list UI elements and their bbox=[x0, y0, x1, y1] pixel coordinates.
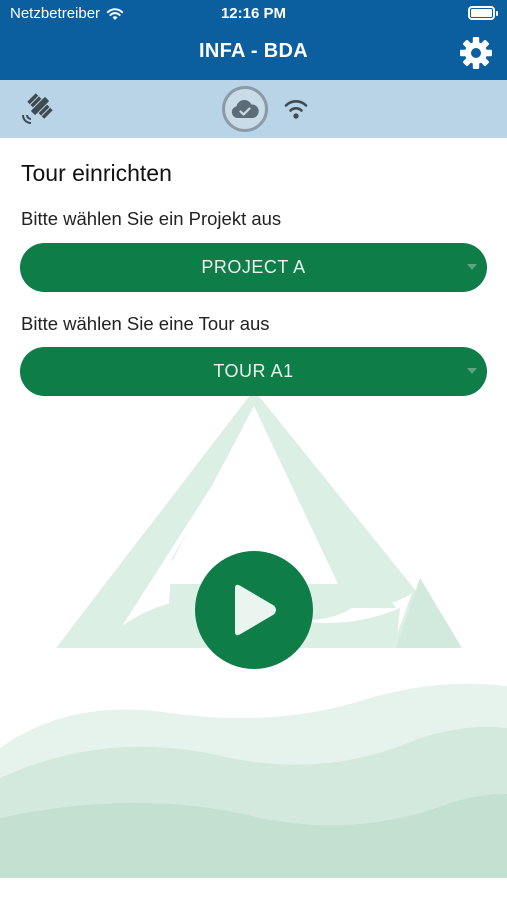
wifi-icon bbox=[284, 100, 308, 119]
project-prompt: Bitte wählen Sie ein Projekt aus bbox=[21, 208, 282, 229]
battery-icon bbox=[468, 6, 498, 20]
satellite-icon bbox=[22, 93, 53, 124]
project-dropdown-value: PROJECT A bbox=[201, 257, 306, 277]
gear-icon[interactable] bbox=[459, 36, 493, 70]
app-header: Netzbetreiber 12:16 PM INFA - BDA bbox=[0, 0, 507, 80]
start-tour-button[interactable] bbox=[195, 551, 313, 669]
cloud-check-icon bbox=[231, 99, 259, 118]
project-dropdown[interactable]: PROJECT A bbox=[20, 243, 487, 292]
chevron-down-icon bbox=[467, 368, 477, 374]
status-bar: Netzbetreiber 12:16 PM bbox=[0, 0, 507, 28]
app-title: INFA - BDA bbox=[199, 40, 308, 62]
play-icon bbox=[235, 584, 276, 636]
chevron-down-icon bbox=[467, 264, 477, 270]
tour-prompt: Bitte wählen Sie eine Tour aus bbox=[21, 313, 270, 334]
tour-dropdown-value: TOUR A1 bbox=[213, 361, 294, 381]
clock: 12:16 PM bbox=[220, 5, 287, 22]
connection-status-bar bbox=[0, 80, 507, 138]
section-title: Tour einrichten bbox=[21, 160, 172, 186]
cloud-sync-status[interactable] bbox=[222, 86, 268, 132]
battery-level bbox=[471, 9, 492, 17]
tour-dropdown[interactable]: TOUR A1 bbox=[20, 347, 487, 396]
bottom-safe-area bbox=[0, 878, 507, 900]
